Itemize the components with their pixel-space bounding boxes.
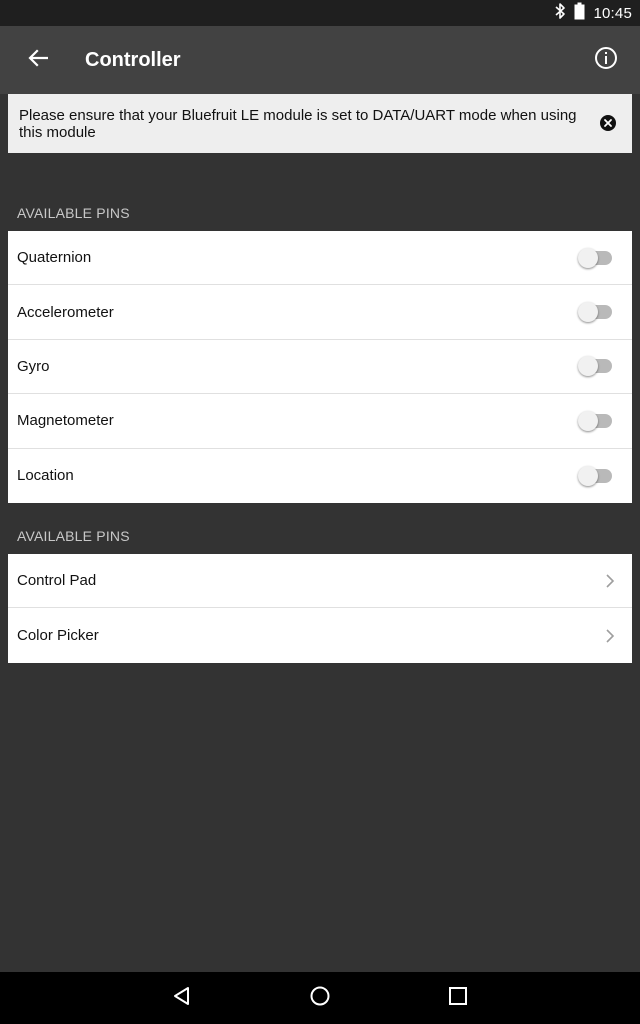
list-item-label: Control Pad bbox=[17, 572, 97, 590]
toggle-switch[interactable] bbox=[578, 302, 614, 323]
arrow-left-icon bbox=[28, 48, 49, 72]
section-header-modules: AVAILABLE PINS bbox=[17, 528, 130, 544]
toggle-switch[interactable] bbox=[578, 247, 614, 268]
section-header-sensors: AVAILABLE PINS bbox=[17, 205, 130, 221]
info-banner: Please ensure that your Bluefruit LE mod… bbox=[8, 94, 632, 153]
list-item-accelerometer[interactable]: Accelerometer bbox=[8, 285, 632, 340]
nav-home-button[interactable] bbox=[300, 978, 340, 1018]
toggle-switch[interactable] bbox=[578, 465, 614, 486]
list-item-color-picker[interactable]: Color Picker bbox=[8, 608, 632, 662]
list-item-control-pad[interactable]: Control Pad bbox=[8, 554, 632, 609]
toggle-switch[interactable] bbox=[578, 410, 614, 431]
list-item-location[interactable]: Location bbox=[8, 449, 632, 503]
triangle-back-icon bbox=[172, 986, 192, 1011]
back-button[interactable] bbox=[18, 40, 58, 80]
list-item-quaternion[interactable]: Quaternion bbox=[8, 231, 632, 286]
circle-home-icon bbox=[309, 985, 331, 1012]
list-item-magnetometer[interactable]: Magnetometer bbox=[8, 394, 632, 449]
banner-message: Please ensure that your Bluefruit LE mod… bbox=[19, 107, 577, 141]
list-item-label: Color Picker bbox=[17, 627, 99, 645]
close-icon[interactable] bbox=[599, 114, 617, 132]
modules-list: Control Pad Color Picker bbox=[8, 554, 632, 663]
list-item-label: Gyro bbox=[17, 357, 50, 375]
sensors-list: Quaternion Accelerometer Gyro Magnetomet… bbox=[8, 231, 632, 503]
nav-recents-button[interactable] bbox=[438, 978, 478, 1018]
page-title: Controller bbox=[85, 48, 181, 71]
navigation-bar bbox=[0, 972, 640, 1024]
nav-back-button[interactable] bbox=[162, 978, 202, 1018]
list-item-label: Accelerometer bbox=[17, 303, 114, 321]
info-button[interactable] bbox=[586, 40, 626, 80]
info-icon bbox=[594, 46, 618, 75]
chevron-right-icon bbox=[604, 573, 616, 589]
status-time: 10:45 bbox=[593, 4, 632, 22]
status-bar: 10:45 bbox=[0, 0, 640, 26]
list-item-label: Location bbox=[17, 467, 74, 485]
list-item-gyro[interactable]: Gyro bbox=[8, 340, 632, 395]
toggle-switch[interactable] bbox=[578, 356, 614, 377]
app-bar: Controller bbox=[0, 26, 640, 94]
bluetooth-icon bbox=[554, 2, 566, 24]
square-recents-icon bbox=[448, 986, 468, 1011]
list-item-label: Magnetometer bbox=[17, 412, 114, 430]
chevron-right-icon bbox=[604, 628, 616, 644]
list-item-label: Quaternion bbox=[17, 249, 92, 267]
battery-icon bbox=[574, 2, 585, 24]
